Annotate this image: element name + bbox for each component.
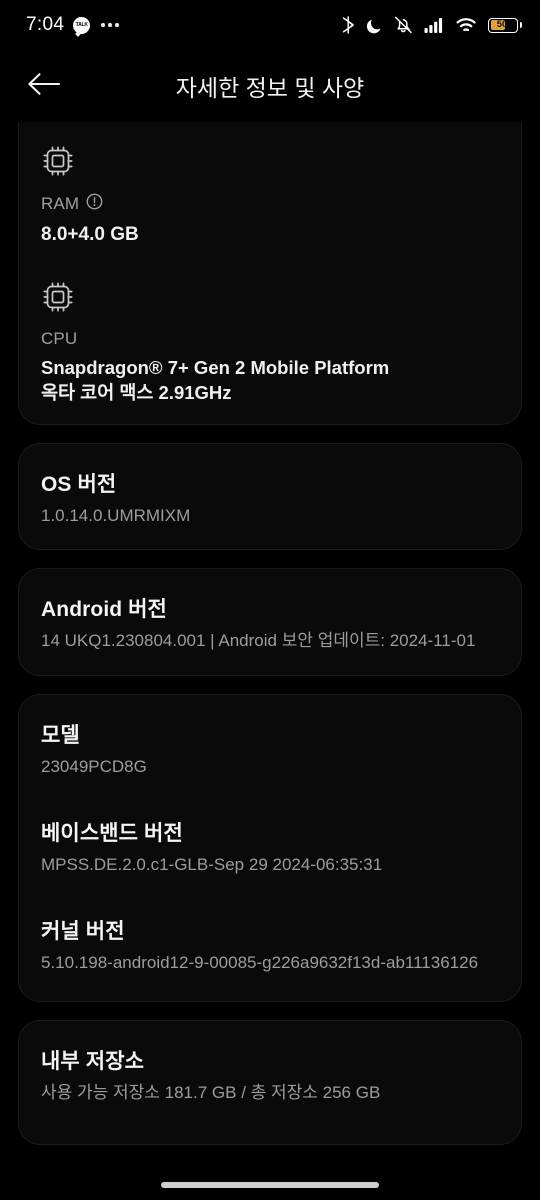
card-hardware: RAM 8.0+4.0 GB CPU Snapdragon® 7+ Gen 2 … xyxy=(18,122,522,425)
android-version-title: Android 버전 xyxy=(41,598,167,622)
cpu-value-platform: Snapdragon® 7+ Gen 2 Mobile Platform xyxy=(41,356,390,378)
memory-chip-icon xyxy=(41,144,499,183)
cellular-signal-icon xyxy=(424,17,445,34)
os-version-value: 1.0.14.0.UMRMIXM xyxy=(41,505,191,525)
row-model[interactable]: 모델 23049PCD8G xyxy=(41,695,499,783)
card-device-info: 모델 23049PCD8G 베이스밴드 버전 MPSS.DE.2.0.c1-GL… xyxy=(18,694,522,1002)
ram-value: 8.0+4.0 GB xyxy=(41,224,139,245)
card-internal-storage[interactable]: 내부 저장소 사용 가능 저장소 181.7 GB / 총 저장소 256 GB xyxy=(18,1019,522,1146)
cpu-label: CPU xyxy=(41,328,78,348)
row-kernel[interactable]: 커널 버전 5.10.198-android12-9-00085-g226a96… xyxy=(41,881,499,1001)
back-button[interactable] xyxy=(12,54,76,118)
model-value: 23049PCD8G xyxy=(41,757,147,777)
model-title: 모델 xyxy=(41,724,80,748)
bluetooth-icon xyxy=(342,16,355,34)
baseband-value: MPSS.DE.2.0.c1-GLB-Sep 29 2024-06:35:31 xyxy=(41,854,383,874)
android-version-value: 14 UKQ1.230804.001 | Android 보안 업데이트: 20… xyxy=(41,631,476,651)
home-gesture-pill[interactable] xyxy=(161,1182,379,1188)
storage-value: 사용 가능 저장소 181.7 GB / 총 저장소 256 GB xyxy=(41,1082,381,1102)
status-bar-left: 7:04 TALK xyxy=(26,14,119,36)
cpu-value-clock: 옥타 코어 맥스 2.91GHz xyxy=(41,381,232,403)
row-storage[interactable]: 내부 저장소 사용 가능 저장소 181.7 GB / 총 저장소 256 GB xyxy=(41,1021,499,1145)
row-baseband[interactable]: 베이스밴드 버전 MPSS.DE.2.0.c1-GLB-Sep 29 2024-… xyxy=(41,783,499,881)
row-android-version[interactable]: Android 버전 14 UKQ1.230804.001 | Android … xyxy=(41,569,499,675)
battery-body: 50 xyxy=(488,17,518,33)
settings-scroll-area[interactable]: RAM 8.0+4.0 GB CPU Snapdragon® 7+ Gen 2 … xyxy=(0,122,540,1146)
app-bar: 자세한 정보 및 사양 xyxy=(0,50,540,122)
cpu-chip-icon xyxy=(41,280,499,319)
kakaotalk-notification-icon: TALK xyxy=(73,16,91,34)
battery-tip xyxy=(519,22,522,28)
os-version-title: OS 버전 xyxy=(41,472,117,496)
battery-level-label: 50 xyxy=(496,19,508,31)
storage-title: 내부 저장소 xyxy=(41,1049,145,1073)
wifi-icon xyxy=(456,17,477,34)
row-cpu[interactable]: CPU Snapdragon® 7+ Gen 2 Mobile Platform… xyxy=(41,266,499,424)
kernel-value: 5.10.198-android12-9-00085-g226a9632f13d… xyxy=(41,952,479,972)
info-circle-icon[interactable] xyxy=(86,193,103,215)
ram-label: RAM xyxy=(41,194,80,213)
card-android-version[interactable]: Android 버전 14 UKQ1.230804.001 | Android … xyxy=(18,568,522,677)
battery-indicator: 50 xyxy=(488,17,522,33)
more-dots-icon xyxy=(101,23,119,27)
ram-label-wrap: RAM xyxy=(41,193,499,215)
arrow-left-icon xyxy=(27,71,61,102)
card-os-version[interactable]: OS 버전 1.0.14.0.UMRMIXM xyxy=(18,442,522,551)
status-bar: 7:04 TALK 50 xyxy=(0,0,540,50)
do-not-disturb-moon-icon xyxy=(366,17,383,34)
ringer-muted-icon xyxy=(394,16,413,34)
status-bar-right: 50 xyxy=(342,16,522,34)
status-bar-clock: 7:04 xyxy=(26,14,65,35)
system-navigation-bar xyxy=(0,1170,540,1200)
kakaotalk-icon-label: TALK xyxy=(75,21,88,28)
baseband-title: 베이스밴드 버전 xyxy=(41,821,183,845)
row-os-version[interactable]: OS 버전 1.0.14.0.UMRMIXM xyxy=(41,444,499,550)
page-title: 자세한 정보 및 사양 xyxy=(175,75,365,101)
row-ram[interactable]: RAM 8.0+4.0 GB xyxy=(41,122,499,266)
kernel-title: 커널 버전 xyxy=(41,919,125,943)
